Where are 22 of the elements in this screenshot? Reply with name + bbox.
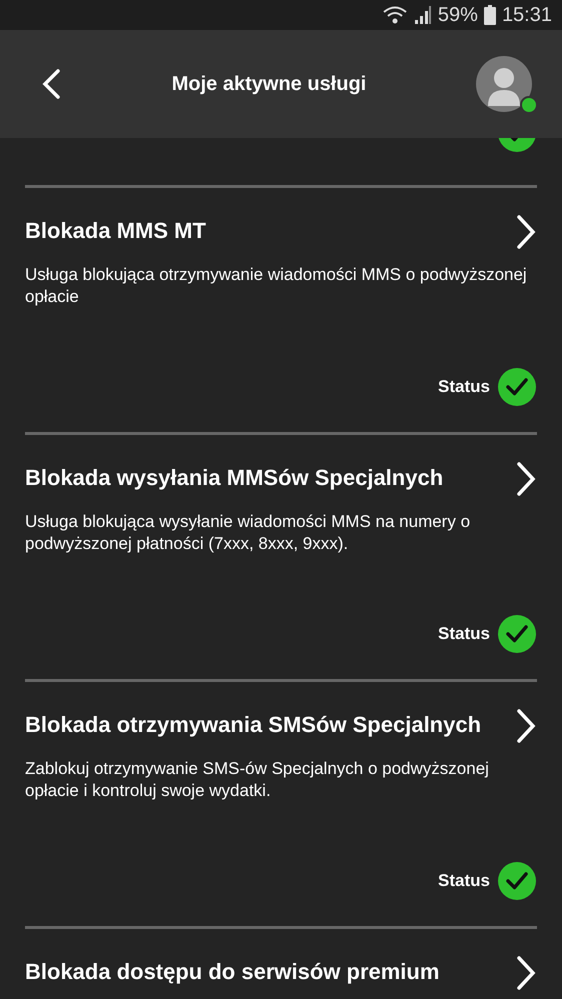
status-label: Status	[438, 870, 490, 892]
status-label: Status	[438, 623, 490, 646]
signal-icon	[414, 5, 432, 25]
service-description: Usługa blokująca wysyłanie wiadomości MMS na numery o podwyższonej płatności (7xxx, 8xxx, 9xxx).	[25, 511, 472, 555]
service-description: Usługa blokująca otrzymywanie wiadomości MMS o podwyższonej opłacie	[25, 264, 528, 308]
chevron-right-icon[interactable]	[515, 461, 537, 497]
service-title[interactable]: Blokada MMS MT	[25, 218, 216, 244]
clock: 15:31	[502, 3, 552, 28]
service-title[interactable]: Blokada wysyłania MMSów Specjalnych	[25, 465, 454, 491]
chevron-right-icon[interactable]	[515, 214, 537, 250]
service-title[interactable]: Blokada otrzymywania SMSów Specjalnych	[25, 712, 492, 738]
chevron-right-icon[interactable]	[515, 955, 537, 991]
battery-icon	[484, 5, 496, 25]
chevron-right-icon[interactable]	[515, 708, 537, 744]
battery-percent: 59%	[438, 3, 478, 28]
status-label: Status	[438, 376, 490, 398]
service-description: Zablokuj otrzymywanie SMS-ów Specjalnych o podwyższonej opłacie i kontroluj swoje wydatki.	[25, 758, 490, 802]
wifi-icon	[382, 5, 408, 25]
back-icon[interactable]	[40, 68, 62, 100]
service-title[interactable]: Blokada dostępu do serwisów premium	[25, 959, 450, 985]
avatar-icon[interactable]	[476, 56, 532, 112]
page-title: Moje aktywne usługi	[170, 72, 368, 97]
